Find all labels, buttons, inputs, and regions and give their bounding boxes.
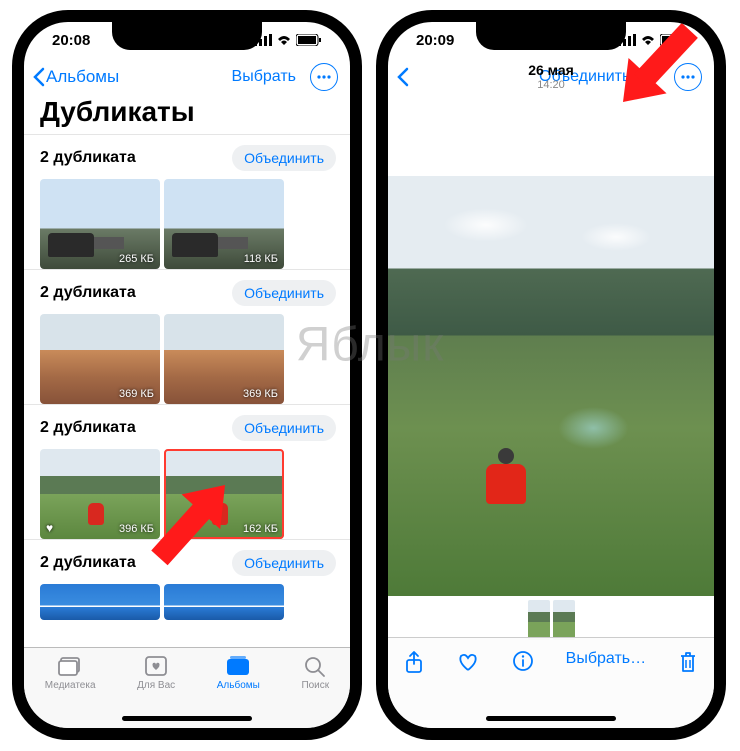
photo-thumbnail[interactable]: 118 КБ bbox=[164, 179, 284, 269]
group-count: 2 дубликата bbox=[40, 554, 136, 572]
share-icon bbox=[404, 650, 424, 674]
status-indicators bbox=[254, 34, 322, 46]
tab-search[interactable]: Поиск bbox=[301, 654, 329, 728]
ellipsis-icon bbox=[681, 75, 695, 79]
group-count: 2 дубликата bbox=[40, 149, 136, 167]
wifi-icon bbox=[640, 34, 656, 46]
heart-icon bbox=[456, 650, 480, 672]
heart-square-icon bbox=[143, 654, 169, 678]
albums-icon bbox=[225, 654, 251, 678]
photo-view[interactable] bbox=[388, 176, 714, 596]
notch bbox=[112, 22, 262, 50]
group-count: 2 дубликата bbox=[40, 284, 136, 302]
right-phone: 20:09 26 мая 14:20 Объединить все bbox=[376, 10, 726, 740]
page-title: Дубликаты bbox=[24, 96, 350, 134]
search-icon bbox=[302, 654, 328, 678]
info-button[interactable] bbox=[512, 650, 534, 678]
favorite-icon: ♥ bbox=[46, 521, 53, 535]
merge-button[interactable]: Объединить bbox=[232, 280, 336, 306]
photo-thumbnail[interactable] bbox=[164, 584, 284, 620]
back-button[interactable] bbox=[396, 67, 410, 87]
delete-button[interactable] bbox=[678, 650, 698, 680]
trash-icon bbox=[678, 650, 698, 674]
merge-button[interactable]: Объединить bbox=[232, 145, 336, 171]
info-icon bbox=[512, 650, 534, 672]
select-button[interactable]: Выбрать… bbox=[566, 650, 646, 668]
tab-library[interactable]: Медиатека bbox=[45, 654, 96, 728]
group-count: 2 дубликата bbox=[40, 419, 136, 437]
back-button[interactable]: Альбомы bbox=[32, 67, 119, 87]
photo-thumbnail[interactable]: ♥ 396 КБ bbox=[40, 449, 160, 539]
nav-title: 26 мая 14:20 bbox=[528, 63, 574, 90]
duplicate-groups-list[interactable]: 2 дубликата Объединить 265 КБ 118 КБ 2 д… bbox=[24, 134, 350, 694]
status-time: 20:09 bbox=[416, 32, 454, 49]
merge-button[interactable]: Объединить bbox=[232, 550, 336, 576]
wifi-icon bbox=[276, 34, 292, 46]
ellipsis-icon bbox=[317, 75, 331, 79]
notch bbox=[476, 22, 626, 50]
photo-thumbnail[interactable]: 369 КБ bbox=[40, 314, 160, 404]
chevron-left-icon bbox=[396, 67, 410, 87]
status-time: 20:08 bbox=[52, 32, 90, 49]
photo-large bbox=[388, 176, 714, 596]
more-button[interactable] bbox=[674, 63, 702, 91]
merge-button[interactable]: Объединить bbox=[232, 415, 336, 441]
more-button[interactable] bbox=[310, 63, 338, 91]
duplicate-group: 2 дубликата Объединить 265 КБ 118 КБ bbox=[24, 134, 350, 269]
home-indicator[interactable] bbox=[122, 716, 252, 721]
left-phone: 20:08 Альбомы Выбрать Дубликаты bbox=[12, 10, 362, 740]
duplicate-group: 2 дубликата Объединить 369 КБ 369 КБ bbox=[24, 269, 350, 404]
bottom-toolbar: Выбрать… bbox=[388, 637, 714, 728]
library-icon bbox=[57, 654, 83, 678]
nav-bar: Альбомы Выбрать bbox=[24, 58, 350, 96]
select-button[interactable]: Выбрать bbox=[232, 68, 296, 86]
favorite-button[interactable] bbox=[456, 650, 480, 678]
share-button[interactable] bbox=[404, 650, 424, 680]
duplicate-group: 2 дубликата Объединить bbox=[24, 539, 350, 620]
strip-thumbnail[interactable] bbox=[553, 600, 575, 640]
photo-thumbnail[interactable]: 265 КБ bbox=[40, 179, 160, 269]
battery-icon bbox=[296, 34, 322, 46]
strip-thumbnail[interactable] bbox=[528, 600, 550, 640]
photo-thumbnail[interactable]: 369 КБ bbox=[164, 314, 284, 404]
home-indicator[interactable] bbox=[486, 716, 616, 721]
back-label: Альбомы bbox=[46, 67, 119, 87]
photo-thumbnail[interactable] bbox=[40, 584, 160, 620]
chevron-left-icon bbox=[32, 67, 46, 87]
